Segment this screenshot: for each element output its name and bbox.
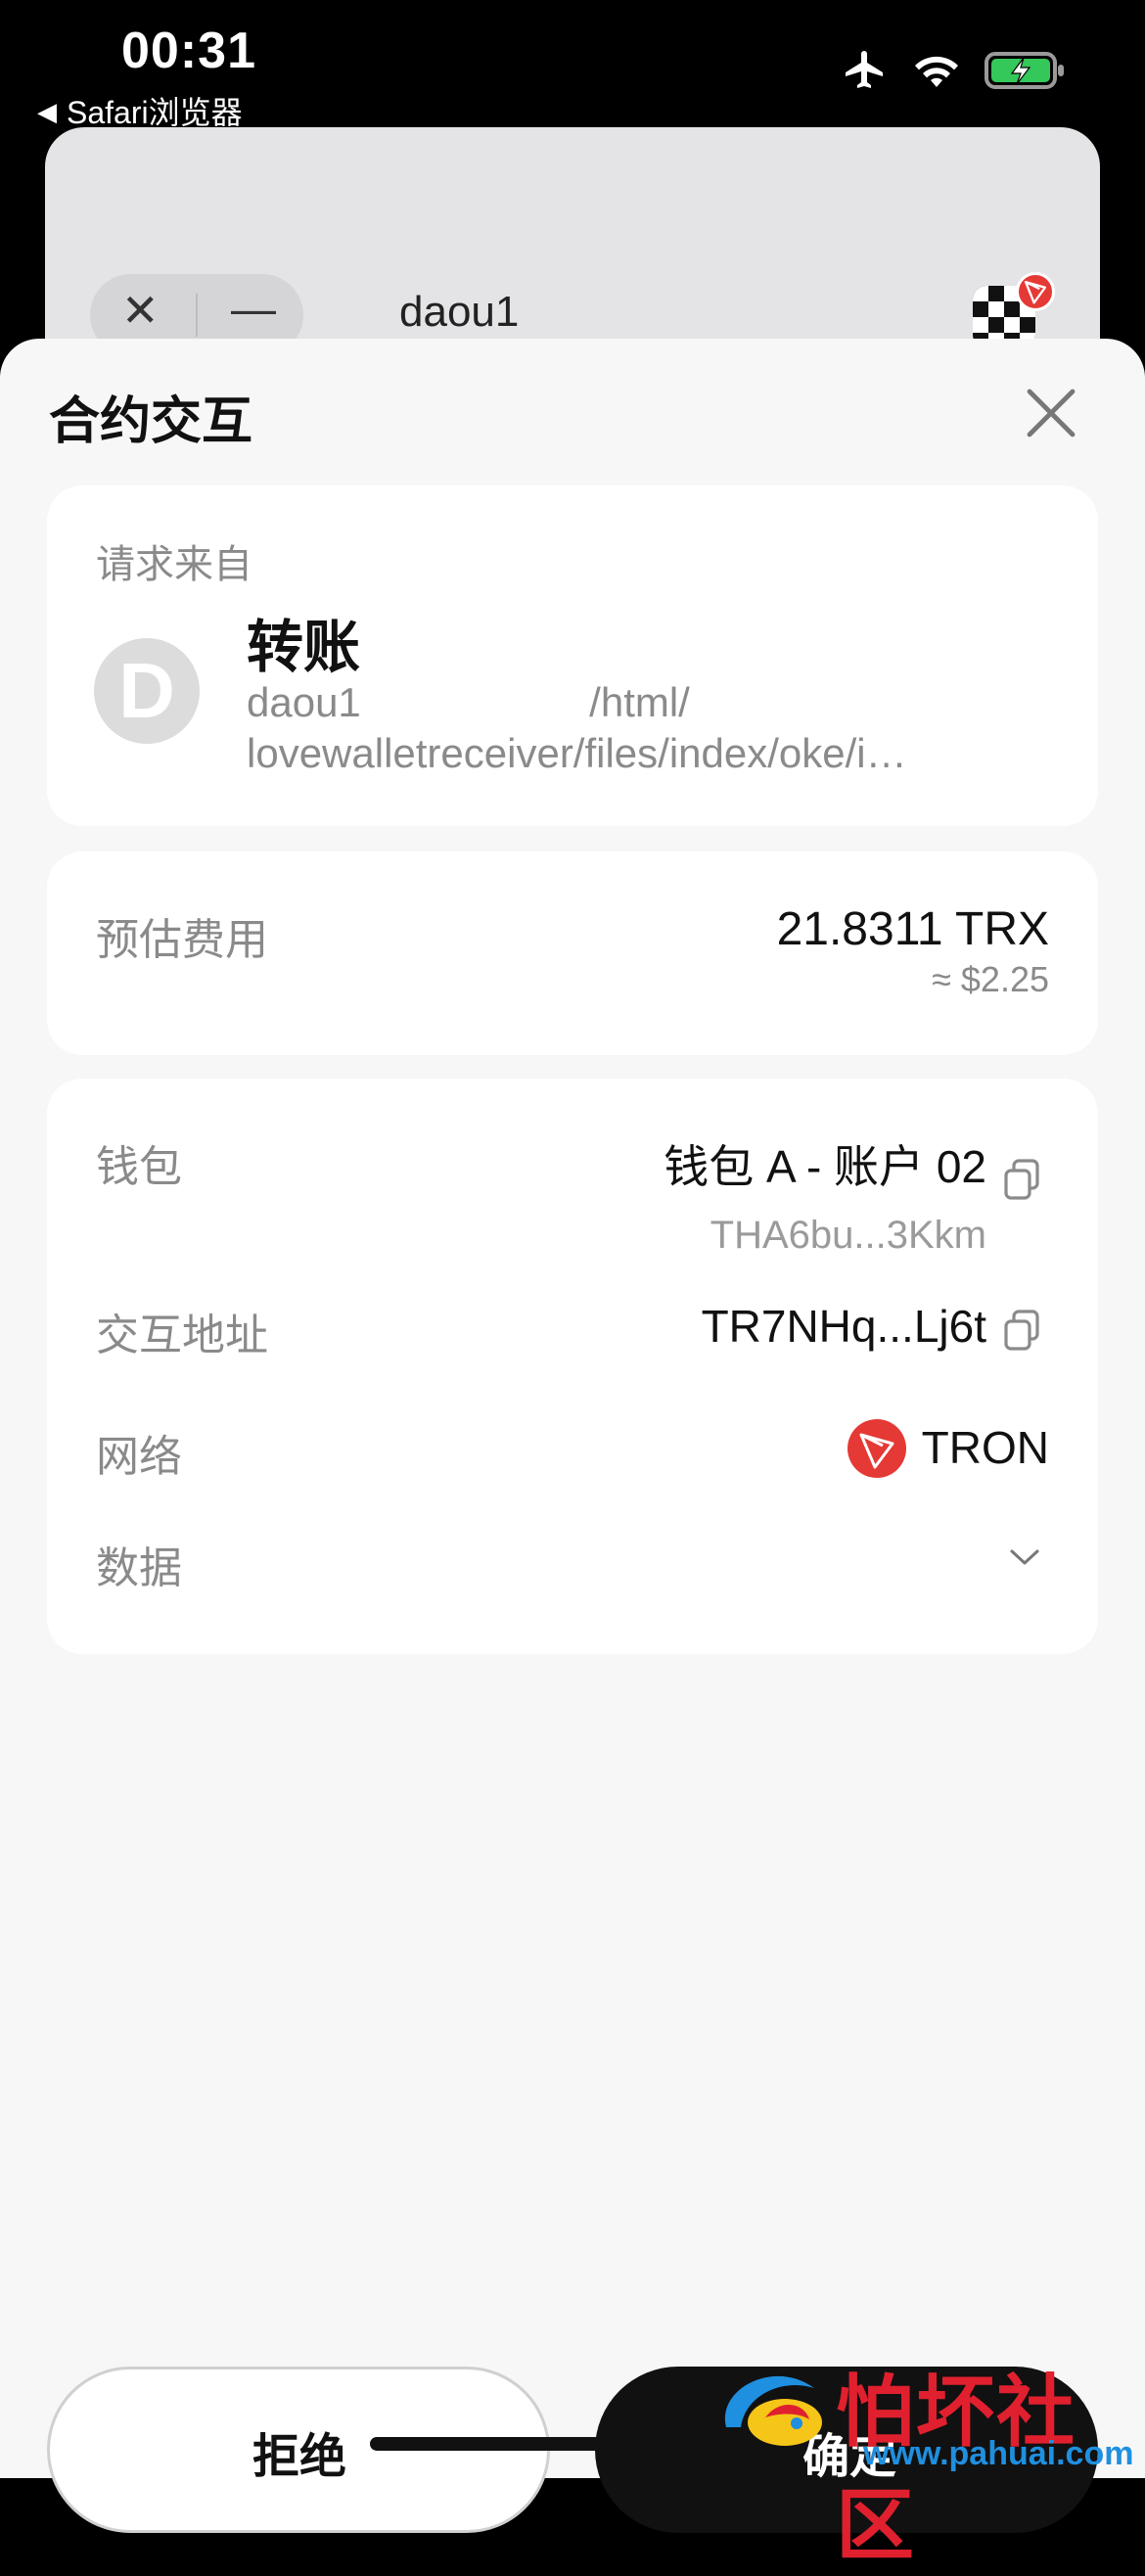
close-icon[interactable]: [1022, 384, 1080, 442]
network-label: 网络: [96, 1433, 182, 1481]
network-value: TRON: [921, 1422, 1049, 1473]
status-icons: [842, 49, 1067, 92]
battery-charging-icon: [985, 52, 1064, 89]
tron-badge-icon: [1016, 272, 1055, 311]
copy-interact-address-icon[interactable]: [1002, 1308, 1041, 1353]
tron-network-icon: [847, 1419, 906, 1478]
request-name: 转账: [247, 616, 361, 679]
request-url-line-2: lovewalletreceiver/files/index/oke/i…: [247, 730, 907, 776]
back-triangle-icon: ◀: [37, 97, 57, 126]
airplane-icon: [846, 51, 883, 88]
fee-value: 21.8311 TRX: [776, 903, 1049, 955]
fee-usd-value: ≈ $2.25: [932, 959, 1049, 999]
copy-wallet-address-icon[interactable]: [1002, 1157, 1041, 1202]
request-from-label: 请求来自: [96, 543, 252, 586]
status-time: 00:31: [121, 23, 256, 79]
sheet-title: 合约交互: [49, 393, 253, 450]
watermark-url: www.pahuai.com: [863, 2435, 1134, 2472]
pill-divider: [196, 294, 198, 337]
browser-close-button[interactable]: ✕: [121, 284, 160, 337]
browser-url-label: daou1: [399, 288, 520, 336]
browser-minimize-button[interactable]: —: [231, 282, 276, 335]
wallet-value: 钱包 A - 账户 02: [664, 1141, 986, 1192]
interact-address-label: 交互地址: [96, 1311, 268, 1359]
request-url-line-1: daou1 /html/: [247, 679, 690, 725]
wallet-label: 钱包: [96, 1143, 182, 1191]
fee-label: 预估费用: [96, 916, 268, 964]
data-label[interactable]: 数据: [96, 1533, 182, 1595]
dapp-avatar: D: [94, 638, 200, 744]
back-app-label: Safari浏览器: [67, 95, 243, 130]
wallet-address: THA6bu...3Kkm: [710, 1214, 986, 1257]
chevron-down-icon[interactable]: [1008, 1546, 1041, 1568]
interact-address-value: TR7NHq...Lj6t: [701, 1301, 986, 1352]
reject-button-label: 拒绝: [252, 2431, 347, 2483]
wifi-icon: [915, 56, 958, 87]
watermark-logo-icon: [724, 2375, 822, 2446]
